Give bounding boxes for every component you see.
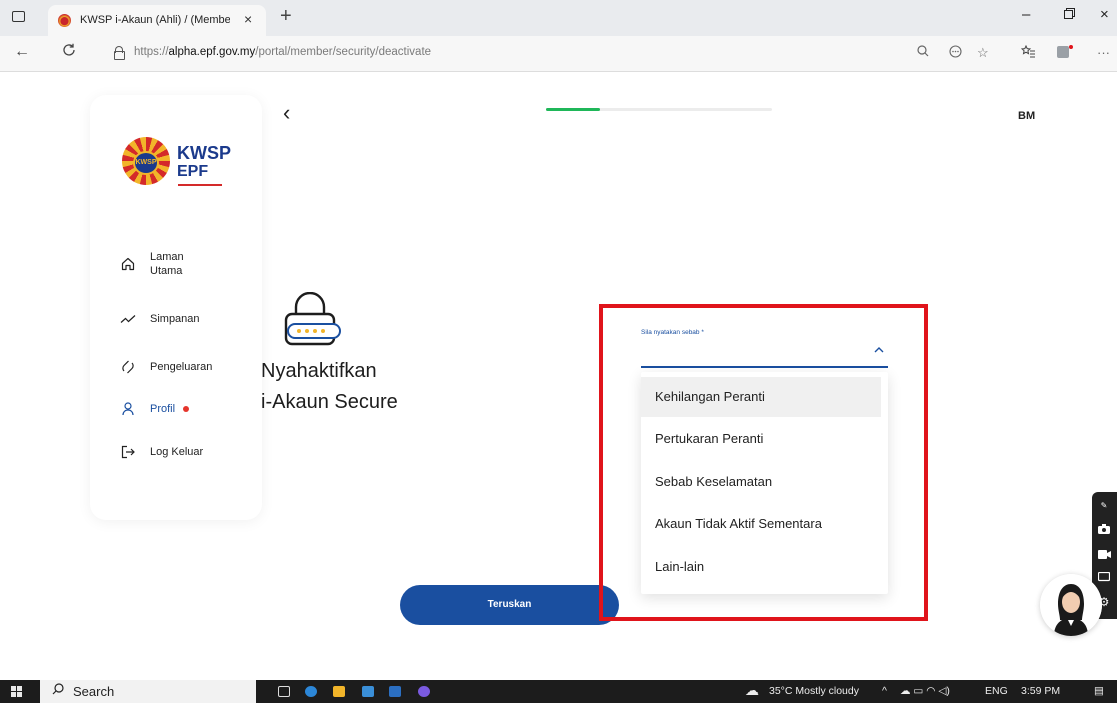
logo-epf-text: EPF bbox=[177, 163, 209, 180]
language-toggle[interactable]: BM bbox=[1018, 110, 1035, 122]
lock-icon bbox=[114, 46, 125, 60]
trend-icon bbox=[118, 314, 138, 324]
logo-kwsp-text: KWSP bbox=[177, 143, 231, 163]
browser-tab[interactable]: KWSP i-Akaun (Ahli) / (Member) | × bbox=[48, 5, 266, 36]
progress-fill bbox=[546, 108, 601, 111]
search-icon bbox=[52, 683, 64, 698]
window-minimize-button[interactable]: – bbox=[1022, 6, 1030, 23]
sidebar-item-pengeluaran[interactable]: Pengeluaran bbox=[118, 360, 212, 374]
outlook-icon[interactable] bbox=[389, 686, 401, 697]
window-restore-button[interactable] bbox=[1064, 6, 1075, 23]
assistant-avatar[interactable] bbox=[1040, 574, 1102, 636]
tab-close-icon[interactable]: × bbox=[244, 11, 252, 27]
tracking-icon[interactable] bbox=[949, 45, 962, 61]
more-menu-icon[interactable]: ··· bbox=[1097, 45, 1110, 60]
taskbar-search[interactable]: Search bbox=[40, 680, 256, 703]
tray-chevron-icon[interactable]: ^ bbox=[882, 685, 887, 697]
weather-icon[interactable]: ☁ bbox=[745, 682, 759, 699]
tray-icons[interactable]: ☁ ▭ ◠ ◁) bbox=[900, 685, 950, 697]
windows-start-icon[interactable] bbox=[11, 686, 22, 697]
new-tab-button[interactable]: + bbox=[280, 5, 292, 28]
browser-back-icon[interactable]: ← bbox=[14, 43, 30, 61]
browser-tab-bar: KWSP i-Akaun (Ahli) / (Member) | × + – × bbox=[0, 0, 1117, 36]
clock[interactable]: 3:59 PM bbox=[1021, 685, 1060, 697]
notifications-icon[interactable]: ▤ bbox=[1094, 685, 1104, 697]
favorites-icon[interactable] bbox=[1020, 44, 1035, 61]
logout-icon bbox=[118, 445, 138, 459]
teruskan-button[interactable]: Teruskan bbox=[400, 585, 619, 625]
kwsp-favicon-icon bbox=[58, 14, 71, 27]
notification-dot bbox=[183, 406, 190, 412]
user-icon bbox=[118, 402, 138, 416]
sidebar-item-profil[interactable]: Profil bbox=[118, 402, 190, 416]
sidebar-item-simpanan[interactable]: Simpanan bbox=[118, 313, 200, 325]
edge-icon[interactable] bbox=[305, 686, 317, 697]
highlight-box bbox=[599, 304, 928, 621]
progress-bar bbox=[546, 108, 772, 111]
refresh-icon[interactable] bbox=[62, 43, 76, 62]
pen-tool-icon[interactable]: ✎ bbox=[1097, 500, 1111, 512]
tab-title: KWSP i-Akaun (Ahli) / (Member) | bbox=[80, 14, 230, 26]
profile-avatar-icon[interactable] bbox=[1057, 45, 1073, 62]
input-language[interactable]: ENG bbox=[985, 685, 1008, 697]
sidebar: KWSP KWSP EPF Laman Utama Simpanan Pengel… bbox=[90, 95, 262, 520]
url-text: https://alpha.epf.gov.my/portal/member/s… bbox=[134, 46, 432, 58]
address-bar-row: ← https://alpha.epf.gov.my/portal/member… bbox=[0, 36, 1117, 72]
video-icon[interactable] bbox=[1097, 549, 1111, 561]
home-icon bbox=[118, 257, 138, 271]
sidebar-item-log-keluar[interactable]: Log Keluar bbox=[118, 445, 203, 459]
store-icon[interactable] bbox=[362, 686, 374, 697]
page-title: Nyahaktifkan i-Akaun Secure bbox=[261, 360, 398, 413]
camera-icon[interactable] bbox=[1097, 524, 1111, 536]
kwsp-emblem-icon: KWSP bbox=[122, 137, 170, 185]
screen-icon[interactable] bbox=[1097, 571, 1111, 584]
taskbar: Search ☁ 35°C Mostly cloudy ^ ☁ ▭ ◠ ◁) E… bbox=[0, 680, 1117, 703]
task-view-icon[interactable] bbox=[278, 686, 290, 697]
file-explorer-icon[interactable] bbox=[333, 686, 345, 697]
kwsp-epf-logo[interactable]: KWSP KWSP EPF bbox=[122, 137, 232, 187]
logo-underline bbox=[178, 184, 222, 186]
zoom-icon[interactable] bbox=[917, 45, 929, 60]
weather-text[interactable]: 35°C Mostly cloudy bbox=[769, 685, 859, 697]
favorite-star-icon[interactable]: ☆ bbox=[977, 45, 989, 61]
url-field[interactable]: https://alpha.epf.gov.my/portal/member/s… bbox=[100, 40, 968, 67]
withdraw-icon bbox=[118, 360, 138, 374]
window-close-button[interactable]: × bbox=[1100, 6, 1109, 23]
sidebar-item-laman-utama[interactable]: Laman Utama bbox=[118, 250, 184, 278]
back-button[interactable]: ‹ bbox=[283, 100, 290, 126]
teams-icon[interactable] bbox=[418, 686, 430, 697]
secure-lock-icon bbox=[272, 291, 348, 353]
tab-actions-icon[interactable] bbox=[12, 11, 25, 22]
